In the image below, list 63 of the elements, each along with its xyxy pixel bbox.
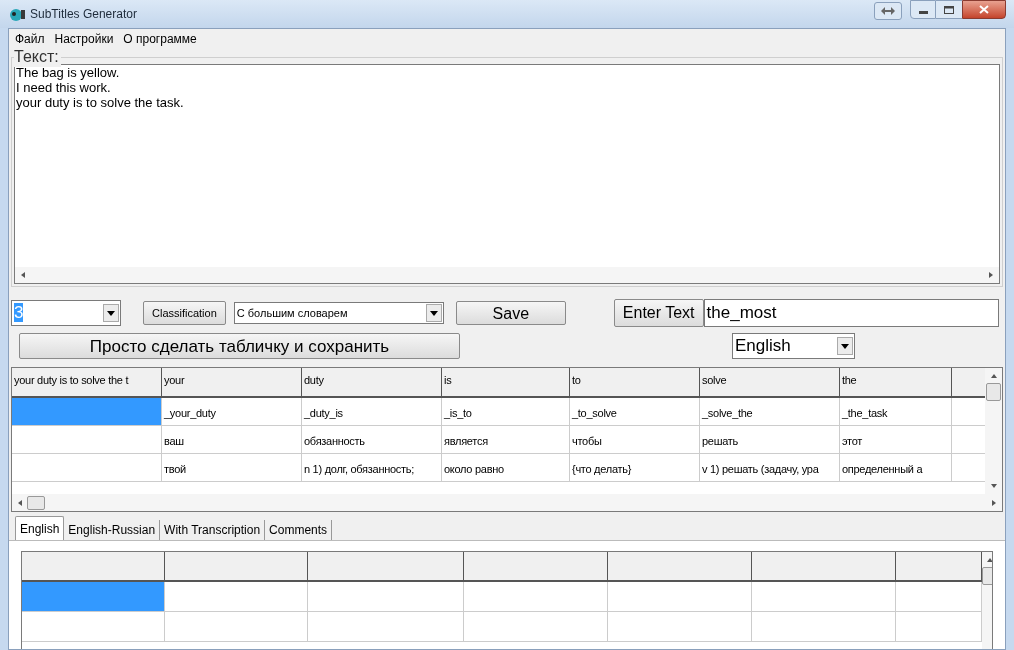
column-header: your [162,368,302,396]
tab[interactable]: English [15,516,65,540]
table-cell: _duty_is [302,398,442,425]
minimize-button[interactable] [910,0,936,19]
scroll-up-icon[interactable] [989,372,998,380]
language-combo[interactable]: English [732,333,855,359]
close-icon [979,5,989,14]
scroll-down-icon[interactable] [989,482,998,490]
scroll-left-icon[interactable] [19,271,27,279]
table-cell: _the_task [840,398,952,425]
scroll-up-icon[interactable] [985,556,992,564]
text-input-field[interactable]: the_most [703,299,999,327]
table-cell: определенный а [840,454,952,481]
maximize-button[interactable] [936,0,962,19]
table-cell: этот [840,426,952,453]
window-title: SubTitles Generator [30,6,137,23]
table-cell: _solve_the [700,398,840,425]
group-label: Текст: [14,47,61,67]
text-line: I need this work. [16,80,111,95]
enter-text-button[interactable]: Enter Text [613,299,704,327]
minimize-icon [918,11,928,14]
column-header: solve [700,368,840,396]
scroll-left-icon[interactable] [16,498,24,507]
column-header: to [570,368,700,396]
make-table-button[interactable]: Просто сделать табличку и сохранить [19,333,460,359]
maximize-icon [944,5,954,14]
column-header: duty [302,368,442,396]
menu-item[interactable]: О программе [123,30,197,48]
column-header: the [840,368,952,396]
vertical-scrollbar[interactable] [985,368,1002,494]
table-cell: {что делать} [570,454,700,481]
resize-button[interactable] [874,2,902,20]
table-cell: обязанность [302,426,442,453]
close-button[interactable] [962,0,1006,19]
table-cell: n 1) долг, обязанность; [302,454,442,481]
text-line: The bag is yellow. [16,65,120,80]
table-cell: ваш [162,426,302,453]
horizontal-scrollbar[interactable] [12,494,1002,511]
table-cell: чтобы [570,426,700,453]
table-cell: около равно [442,454,570,481]
table-cell: является [442,426,570,453]
app-icon [8,6,26,22]
classification-button[interactable]: Classification [143,301,226,325]
scroll-thumb[interactable] [27,495,45,510]
menu-item[interactable]: Настройки [54,30,114,48]
save-button[interactable]: Save [455,301,566,325]
table-cell: твой [162,454,302,481]
table-cell: _to_solve [570,398,700,425]
column-header: is [442,368,570,396]
text-area[interactable]: The bag is yellow. I need this work. your duty is to solve the task. [14,64,1000,284]
table-cell: v 1) решать (задачу, ура [700,454,840,481]
scroll-right-icon[interactable] [990,498,998,507]
scroll-thumb[interactable] [986,383,1001,401]
menu-item[interactable]: Файл [15,30,45,48]
horizontal-scrollbar[interactable] [15,267,999,283]
table-cell: решать [700,426,840,453]
text-line: your duty is to solve the task. [16,95,184,110]
dictionary-combo[interactable]: С большим словарем [233,302,444,324]
table-cell: _your_duty [162,398,302,425]
double-arrow-icon [881,7,895,15]
scroll-right-icon[interactable] [987,271,995,279]
column-header: your duty is to solve the t [12,368,162,396]
table-cell: _is_to [442,398,570,425]
